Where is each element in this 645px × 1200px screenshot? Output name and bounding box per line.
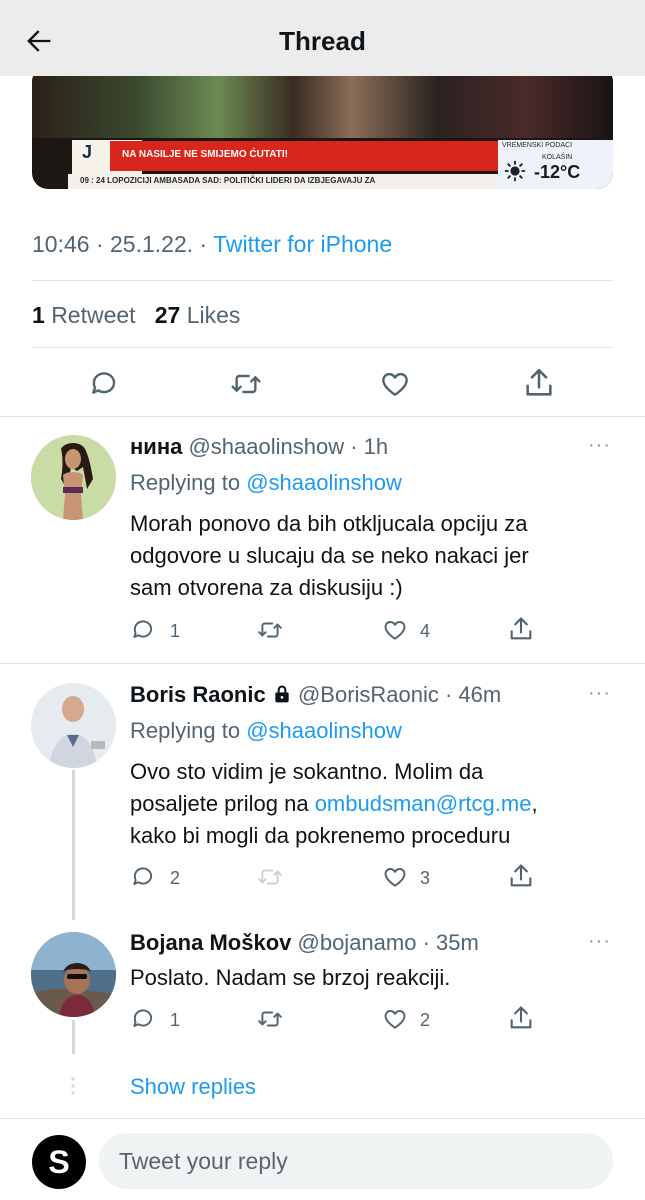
user-avatar[interactable]: S (32, 1135, 86, 1189)
like-heart-icon[interactable] (381, 1006, 409, 1032)
more-options-icon[interactable]: ··· (588, 434, 611, 457)
weather-header: VREMENSKI PODACI (502, 142, 573, 149)
reply-icon[interactable] (130, 617, 156, 643)
avatar[interactable] (31, 932, 116, 1017)
avatar-image (31, 683, 116, 768)
retweet-icon[interactable] (256, 617, 284, 643)
divider (32, 347, 613, 348)
replying-handle-link[interactable]: @shaaolinshow (246, 470, 402, 495)
share-icon[interactable] (507, 862, 535, 890)
tweet-stats: 1 Retweet 27 Likes (32, 302, 240, 329)
share-icon[interactable] (507, 615, 535, 643)
top-bar: Thread (0, 0, 645, 76)
reply-icon[interactable] (130, 864, 156, 890)
divider (32, 280, 613, 281)
reply-author-line: Bojana Moškov @bojanamo · 35m (130, 930, 479, 956)
replying-to: Replying to @shaaolinshow (130, 470, 402, 495)
reply-count: 1 (170, 1010, 181, 1030)
media-scene (32, 66, 613, 138)
author-handle-time: @bojanamo · 35m (297, 930, 479, 955)
more-options-icon[interactable]: ··· (588, 930, 611, 953)
headline-text: NA NASILJE NE SMIJEMO ĆUTATI! (122, 149, 288, 160)
reply-author-line: нина @shaaolinshow · 1h (130, 434, 388, 460)
like-count: 4 (420, 621, 431, 641)
reply-text: Morah ponovo da bih otkljucala opciju za… (130, 511, 529, 600)
weather-place: KOLAŠIN (542, 154, 573, 161)
thread-connector (72, 1020, 75, 1054)
vertical-dots-icon (71, 1077, 75, 1095)
avatar[interactable] (31, 683, 116, 768)
share-icon[interactable] (522, 366, 556, 400)
sun-icon (504, 160, 526, 182)
divider (0, 663, 645, 664)
tweet-reply-input[interactable] (99, 1133, 613, 1189)
author-name[interactable]: нина (130, 434, 182, 459)
tweet-source-link[interactable]: Twitter for iPhone (213, 231, 392, 257)
page-title: Thread (279, 26, 366, 56)
reply-text: Poslato. Nadam se brzoj reakciji. (130, 965, 451, 990)
weather-temp: -12°C (534, 162, 581, 182)
retweet-icon[interactable] (256, 1006, 284, 1032)
reply-count: 2 (170, 868, 181, 888)
like-heart-icon[interactable] (378, 368, 412, 400)
ticker-text: 09 : 24 LOPOZICIJI AMBASADA SAD: POLITIČ… (80, 176, 376, 185)
avatar-image (31, 932, 116, 1017)
reply-author-line: Boris Raonic @BorisRaonic · 46m (130, 682, 501, 708)
share-icon[interactable] (507, 1004, 535, 1032)
retweet-icon[interactable] (229, 368, 263, 400)
show-replies-link[interactable]: Show replies (130, 1074, 256, 1100)
author-handle-time: @shaaolinshow · 1h (188, 434, 389, 459)
thread-connector (72, 770, 75, 920)
reply-icon[interactable] (88, 368, 120, 400)
avatar[interactable] (31, 435, 116, 520)
author-name[interactable]: Boris Raonic (130, 682, 266, 707)
author-handle-time: @BorisRaonic · 46m (297, 682, 502, 707)
reply-compose-bar: S (0, 1118, 645, 1200)
like-heart-icon[interactable] (381, 617, 409, 643)
tweet-media-image[interactable]: J NA NASILJE NE SMIJEMO ĆUTATI! 09 : 24 … (32, 66, 613, 189)
retweets-stat[interactable]: 1 Retweet (32, 302, 136, 328)
like-count: 3 (420, 868, 431, 888)
author-name[interactable]: Bojana Moškov (130, 930, 291, 955)
email-link[interactable]: ombudsman@rtcg.me (315, 791, 532, 816)
divider (0, 416, 645, 417)
reply-icon[interactable] (130, 1006, 156, 1032)
avatar-image (31, 435, 116, 520)
reply-count: 1 (170, 621, 181, 641)
more-options-icon[interactable]: ··· (588, 682, 611, 705)
retweet-disabled-icon (258, 869, 282, 885)
tweet-timestamp: 10:46 · 25.1.22. · (32, 231, 214, 257)
tweet-action-bar (0, 362, 645, 406)
like-heart-icon[interactable] (381, 864, 409, 890)
replying-handle-link[interactable]: @shaaolinshow (246, 718, 402, 743)
like-count: 2 (420, 1010, 431, 1030)
reply-text: Ovo sto vidim je sokantno. Molim da posa… (130, 759, 538, 848)
replying-to: Replying to @shaaolinshow (130, 718, 402, 743)
tweet-meta: 10:46 · 25.1.22. · Twitter for iPhone (32, 231, 392, 258)
likes-stat[interactable]: 27 Likes (155, 302, 241, 328)
lock-icon (275, 685, 289, 703)
